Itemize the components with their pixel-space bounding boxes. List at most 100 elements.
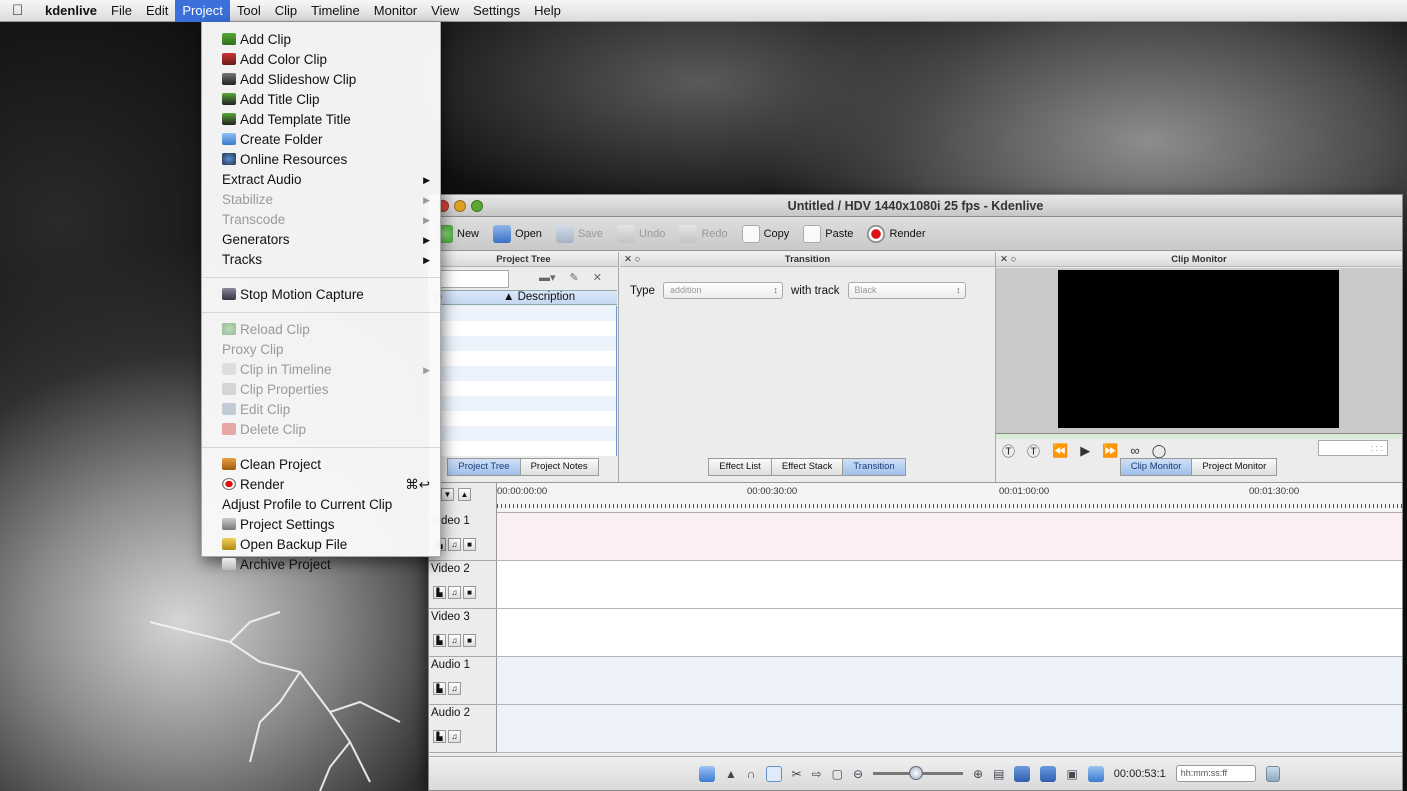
menu-tool[interactable]: Tool — [230, 0, 268, 22]
expand-tracks-icon[interactable]: ▲ — [458, 488, 471, 501]
mute-icon[interactable]: ♫ — [448, 682, 461, 695]
tab-clip-monitor[interactable]: Clip Monitor — [1119, 458, 1193, 476]
menu-monitor[interactable]: Monitor — [367, 0, 424, 22]
menu-item-archive-project[interactable]: Archive Project — [202, 555, 440, 575]
minimize-window-icon[interactable] — [454, 200, 466, 212]
tab-project-tree[interactable]: Project Tree — [447, 458, 521, 476]
track-header-audio-1[interactable]: Audio 1 ▙ ♫ — [429, 657, 497, 705]
transition-type-select[interactable]: addition ↕ — [662, 282, 783, 299]
cut-icon[interactable]: ✂ — [792, 767, 802, 781]
zoom-tracks-icon[interactable]: ▼ — [441, 488, 454, 501]
mute-icon[interactable]: ♫ — [448, 730, 461, 743]
mute-icon[interactable]: ♫ — [448, 634, 461, 647]
track-lane-video-2[interactable] — [497, 561, 1402, 609]
menu-item-add-slideshow-clip[interactable]: Add Slideshow Clip — [202, 70, 440, 90]
hide-video-icon[interactable]: ■ — [463, 634, 476, 647]
spacer-tool-icon[interactable]: ∩ — [747, 767, 756, 781]
monitor-video-area[interactable] — [1058, 270, 1339, 428]
selection-tool-icon[interactable] — [699, 765, 715, 782]
menu-item-extract-audio[interactable]: Extract Audio ▶ — [202, 170, 440, 190]
menu-item-add-title-clip[interactable]: Add Title Clip — [202, 90, 440, 110]
close-panel-icon[interactable]: ✕ ○ — [1000, 252, 1016, 267]
hide-video-icon[interactable]: ■ — [463, 538, 476, 551]
add-clip-tool-icon[interactable]: ▬▾ — [539, 271, 556, 284]
delete-tool-icon[interactable]: ✕ — [593, 271, 602, 284]
monitor-ruler[interactable] — [996, 433, 1402, 439]
menu-item-render[interactable]: Render ⌘↩ — [202, 475, 440, 495]
zoom-out-icon[interactable]: ⊖ — [853, 767, 863, 781]
new-button[interactable]: New — [435, 224, 479, 243]
forward-icon[interactable]: ⏩ — [1102, 443, 1118, 459]
apple-icon[interactable]:  — [12, 2, 32, 19]
tab-effect-stack[interactable]: Effect Stack — [770, 458, 844, 476]
format-stepper-icon[interactable] — [1265, 765, 1280, 782]
track-lane-video-1[interactable] — [497, 513, 1402, 561]
tab-transition[interactable]: Transition — [842, 458, 906, 476]
hide-video-icon[interactable]: ■ — [463, 586, 476, 599]
menu-app-name[interactable]: kdenlive — [38, 0, 104, 22]
redo-button[interactable]: Redo — [679, 224, 728, 243]
menu-item-tracks[interactable]: Tracks ▶ — [202, 250, 440, 270]
mute-icon[interactable]: ♫ — [448, 586, 461, 599]
zoom-in-icon[interactable]: ⊕ — [973, 767, 983, 781]
insert-icon[interactable]: ⇨ — [812, 767, 822, 781]
razor-tool-icon[interactable]: ▲ — [725, 767, 737, 781]
zoom-window-icon[interactable] — [471, 200, 483, 212]
timecode-format-select[interactable]: hh:mm:ss:ff — [1175, 765, 1256, 782]
menu-item-project-settings[interactable]: Project Settings — [202, 515, 440, 535]
menu-item-generators[interactable]: Generators ▶ — [202, 230, 440, 250]
save-button[interactable]: Save — [555, 224, 603, 243]
tab-effect-list[interactable]: Effect List — [708, 458, 772, 476]
undo-button[interactable]: Undo — [617, 224, 665, 243]
copy-button[interactable]: Copy — [741, 224, 789, 243]
tab-project-monitor[interactable]: Project Monitor — [1191, 458, 1278, 476]
menu-clip[interactable]: Clip — [268, 0, 304, 22]
open-button[interactable]: Open — [493, 224, 542, 243]
track-lane-audio-2[interactable] — [497, 705, 1402, 753]
project-tree-list[interactable] — [429, 306, 617, 456]
menu-item-create-folder[interactable]: Create Folder — [202, 130, 440, 150]
show-thumbnails-icon[interactable] — [1014, 765, 1031, 782]
menu-item-clean-project[interactable]: Clean Project — [202, 455, 440, 475]
menu-item-add-color-clip[interactable]: Add Color Clip — [202, 50, 440, 70]
description-column-header[interactable]: ▲ Description — [503, 291, 575, 304]
monitor-timecode-field[interactable]: : : : — [1318, 440, 1388, 456]
zoom-slider[interactable] — [873, 766, 964, 780]
show-waveform-icon[interactable] — [1040, 765, 1057, 782]
show-markers-icon[interactable]: ▣ — [1066, 767, 1077, 781]
split-audio-icon[interactable]: ▤ — [993, 767, 1004, 781]
menu-edit[interactable]: Edit — [139, 0, 175, 22]
timeline-ruler[interactable]: 00:00:00:00 00:00:30:00 00:01:00:00 00:0… — [497, 483, 1402, 513]
menu-item-add-clip[interactable]: Add Clip — [202, 30, 440, 50]
menu-item-stop-motion-capture[interactable]: Stop Motion Capture — [202, 285, 440, 305]
menu-settings[interactable]: Settings — [466, 0, 527, 22]
close-panel-icon[interactable]: ✕ ○ — [624, 252, 640, 267]
lock-icon[interactable]: ▙ — [433, 586, 446, 599]
tab-project-notes[interactable]: Project Notes — [519, 458, 599, 476]
mute-icon[interactable]: ♫ — [448, 538, 461, 551]
seek-icon[interactable]: ◯ — [1152, 443, 1167, 459]
snap-icon[interactable] — [765, 765, 782, 782]
render-button[interactable]: Render — [867, 224, 926, 243]
track-lane-video-3[interactable] — [497, 609, 1402, 657]
menu-file[interactable]: File — [104, 0, 139, 22]
track-lane-audio-1[interactable] — [497, 657, 1402, 705]
lock-icon[interactable]: ▙ — [433, 634, 446, 647]
timecode-display-icon[interactable] — [1087, 765, 1104, 782]
menu-help[interactable]: Help — [527, 0, 568, 22]
menu-project[interactable]: Project — [175, 0, 230, 22]
project-search-input[interactable] — [431, 270, 509, 288]
transition-track-select[interactable]: Black ↕ — [847, 282, 966, 299]
menu-view[interactable]: View — [424, 0, 466, 22]
menu-item-open-backup-file[interactable]: Open Backup File — [202, 535, 440, 555]
edit-tool-icon[interactable]: ✎ — [570, 271, 579, 284]
play-icon[interactable]: ▶ — [1080, 443, 1090, 459]
menu-item-online-resources[interactable]: Online Resources — [202, 150, 440, 170]
track-header-video-3[interactable]: Video 3 ▙ ♫ ■ — [429, 609, 497, 657]
paste-button[interactable]: Paste — [803, 224, 853, 243]
lock-icon[interactable]: ▙ — [433, 682, 446, 695]
rewind-icon[interactable]: ⏪ — [1052, 443, 1068, 459]
loop-icon[interactable]: ∞ — [1130, 443, 1139, 458]
menu-item-add-template-title[interactable]: Add Template Title — [202, 110, 440, 130]
menu-item-adjust-profile[interactable]: Adjust Profile to Current Clip — [202, 495, 440, 515]
